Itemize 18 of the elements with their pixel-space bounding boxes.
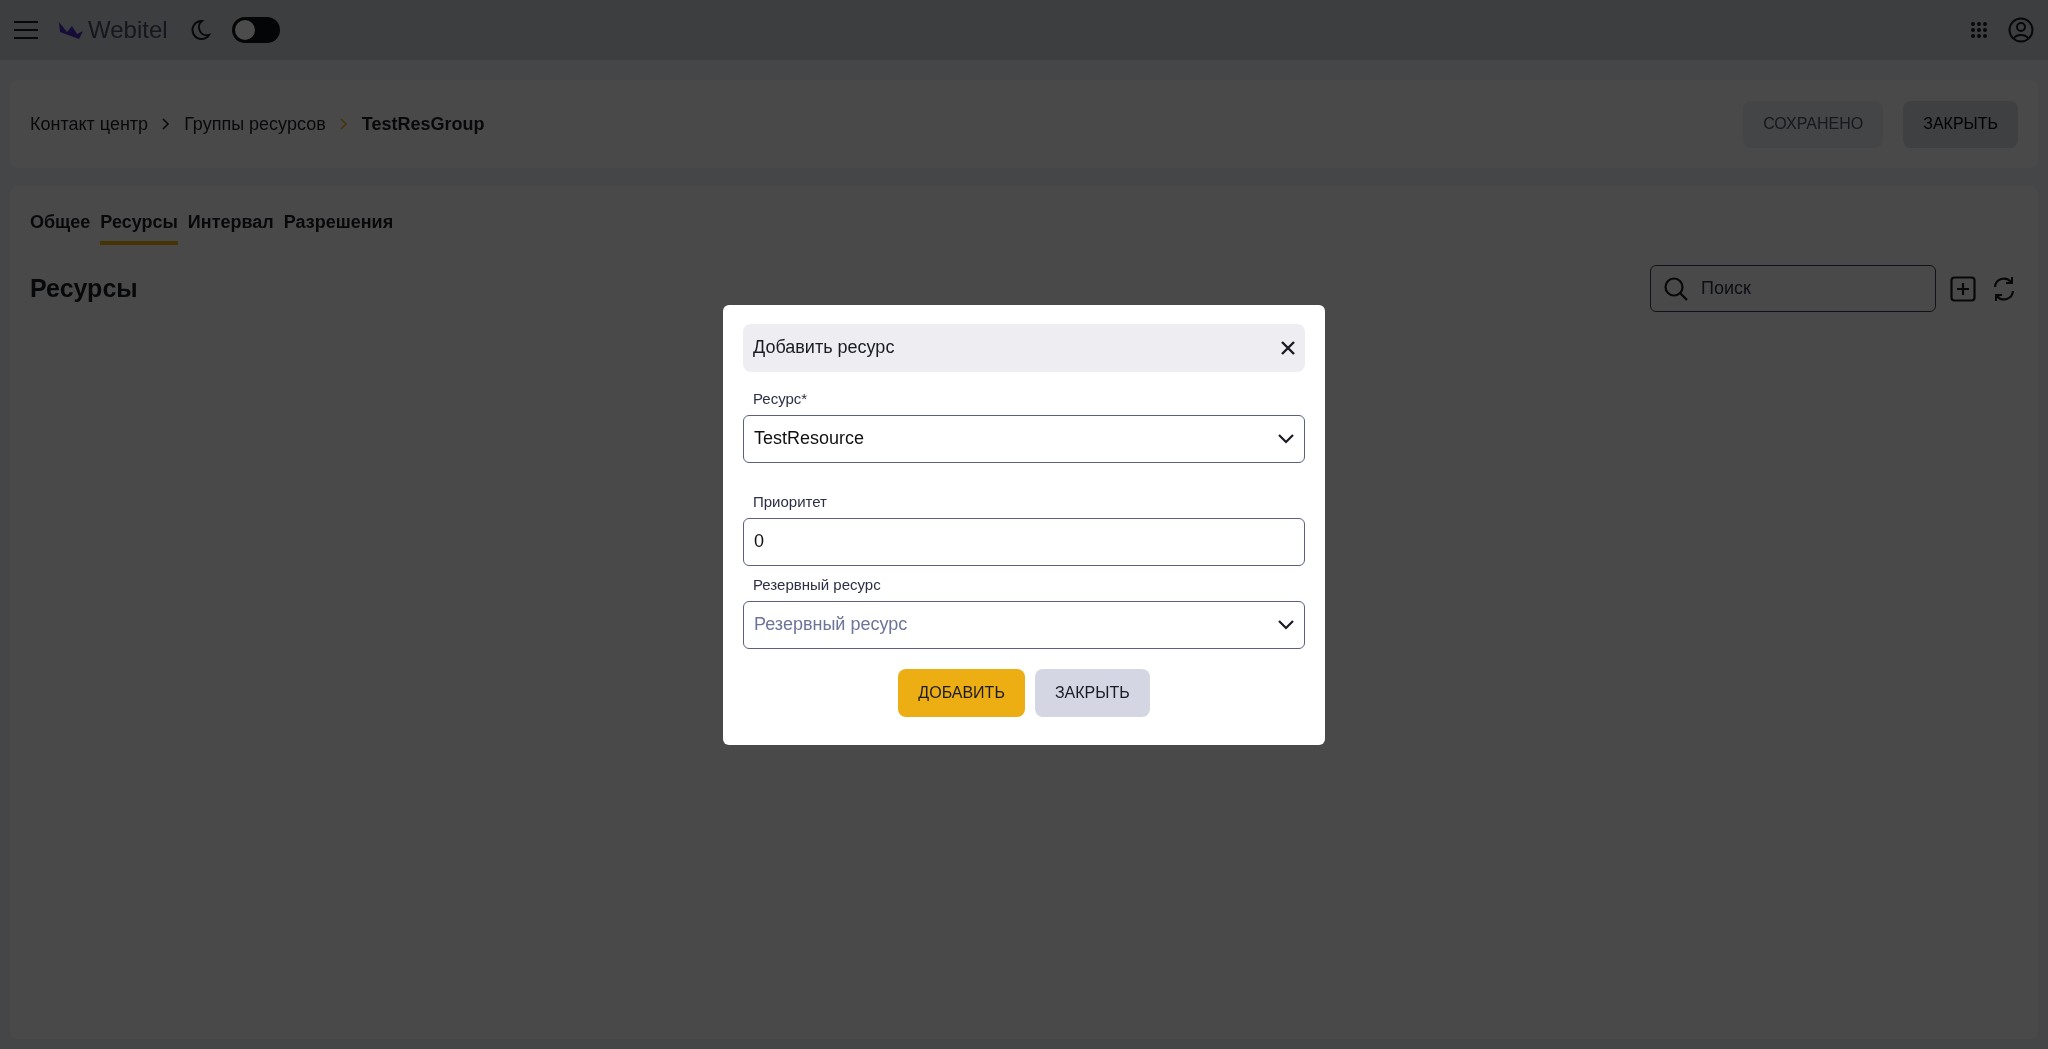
input-field[interactable]: 0 [743,517,1305,566]
field-label: Приоритет [752,492,828,510]
add-button[interactable]: ДОБАВИТЬ [898,668,1025,717]
search-input[interactable]: Поиск [1699,277,1899,300]
breadcrumb-item: TestResGroup [361,113,485,135]
close-button[interactable]: ЗАКРЫТЬ [1034,668,1150,717]
select-value-input[interactable]: Резервный ресурс [754,614,1278,635]
chevron-down-icon [1278,433,1294,444]
select-value-input[interactable]: TestResource [754,428,1278,449]
dialog-title: Добавить ресурс [753,337,895,358]
number-input[interactable]: 0 [754,531,1294,552]
select-field[interactable]: TestResource [743,414,1305,463]
section-title: Ресурсы [30,274,139,303]
field-label: Резервный ресурс [752,575,882,593]
select-field[interactable]: Резервный ресурс [743,600,1305,649]
field-label: Ресурс* [752,389,809,407]
close-icon[interactable] [1281,340,1295,355]
chevron-down-icon [1278,619,1294,630]
